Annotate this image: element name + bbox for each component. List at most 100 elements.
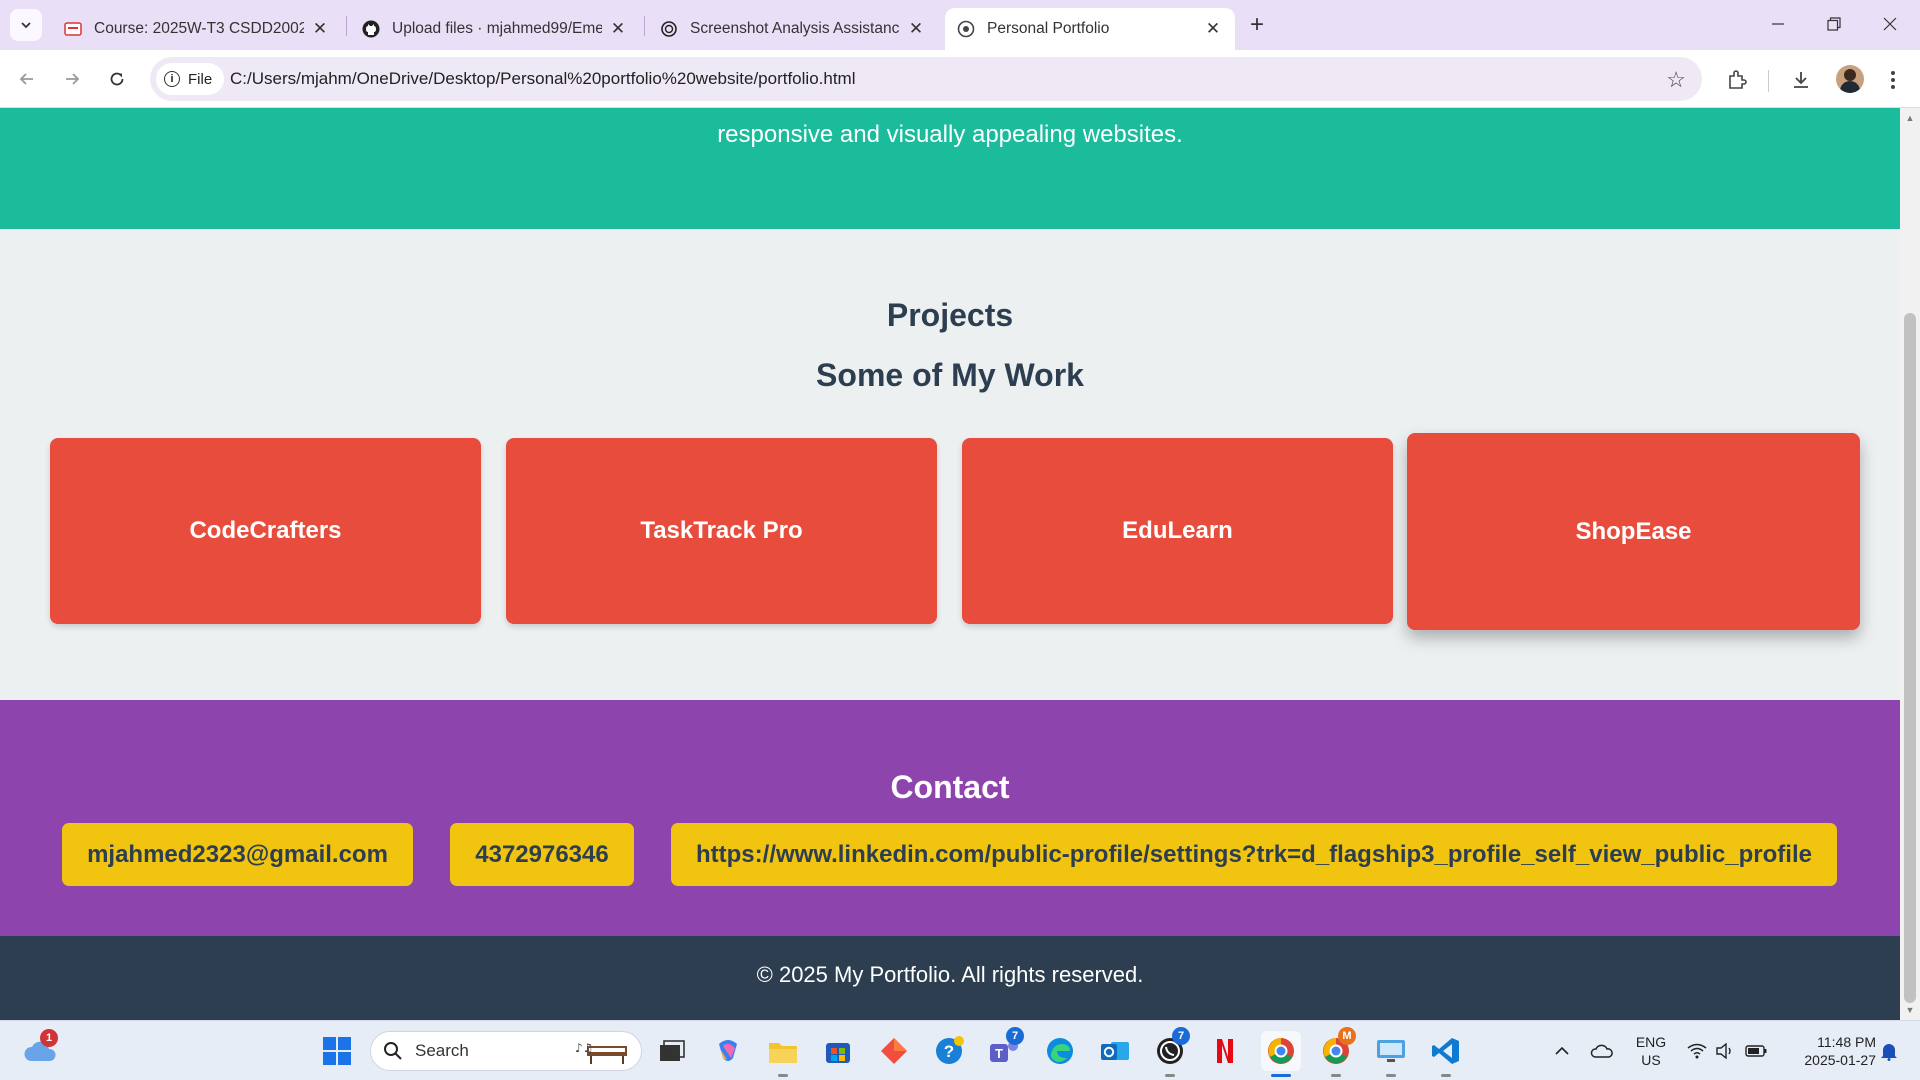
close-tab-icon[interactable]: ✕ — [608, 19, 628, 39]
chrome-profile-app[interactable]: M — [1316, 1027, 1356, 1077]
close-tab-icon[interactable]: ✕ — [310, 19, 330, 39]
vscode-icon — [1432, 1038, 1459, 1064]
browser-tab-bar: Course: 2025W-T3 CSDD2002 - ✕ Upload fil… — [0, 0, 1920, 50]
new-tab-button[interactable]: + — [1243, 11, 1271, 39]
scroll-up-arrow-icon[interactable]: ▲ — [1900, 110, 1920, 126]
taskbar-clock[interactable]: 11:48 PM 2025-01-27 — [1780, 1033, 1876, 1069]
weather-widget[interactable]: 1 — [20, 1029, 60, 1071]
url-text[interactable]: C:/Users/mjahm/OneDrive/Desktop/Personal… — [230, 69, 856, 89]
office-app[interactable] — [874, 1031, 914, 1071]
whatsapp-app[interactable]: 7 — [1150, 1027, 1190, 1077]
active-indicator — [1271, 1074, 1291, 1077]
forward-button[interactable] — [55, 62, 89, 96]
notification-badge: 1 — [40, 1029, 58, 1047]
toolbar-divider — [1768, 70, 1769, 92]
project-card-edulearn[interactable]: EduLearn — [962, 438, 1393, 624]
wifi-icon — [1687, 1043, 1707, 1059]
volume-status[interactable] — [1712, 1021, 1738, 1080]
download-icon[interactable] — [1788, 67, 1814, 93]
tab-personal-portfolio[interactable]: Personal Portfolio ✕ — [945, 8, 1235, 50]
profile-avatar[interactable] — [1836, 65, 1864, 93]
profile-badge: M — [1338, 1027, 1356, 1045]
address-bar[interactable]: i File C:/Users/mjahm/OneDrive/Desktop/P… — [150, 57, 1702, 101]
page-scrollbar[interactable]: ▲ ▼ — [1900, 108, 1920, 1020]
remote-desktop-app[interactable] — [1371, 1031, 1411, 1077]
search-icon — [384, 1042, 402, 1060]
chrome-app-active[interactable] — [1261, 1031, 1301, 1077]
email-link[interactable]: mjahmed2323@gmail.com — [62, 823, 413, 886]
close-tab-icon[interactable]: ✕ — [906, 19, 926, 39]
tab-search-button[interactable] — [10, 9, 42, 41]
netflix-icon — [1217, 1039, 1233, 1063]
extensions-icon[interactable] — [1724, 67, 1750, 93]
start-button[interactable] — [317, 1031, 357, 1071]
search-placeholder: Search — [415, 1041, 469, 1060]
tab-github[interactable]: Upload files · mjahmed99/Emer ✕ — [350, 8, 640, 50]
phone-link[interactable]: 4372976346 — [450, 823, 634, 886]
contact-heading: Contact — [890, 769, 1010, 805]
teams-app[interactable]: T 7 — [984, 1027, 1024, 1071]
globe-icon — [957, 20, 975, 38]
windows-taskbar: 1 Search ♪♫ ? T 7 7 M ENG US 11:48 PM 20… — [0, 1020, 1920, 1080]
tab-chatgpt[interactable]: Screenshot Analysis Assistance ✕ — [648, 8, 938, 50]
close-icon — [1883, 17, 1897, 31]
course-favicon-icon — [64, 20, 82, 38]
vscode-app[interactable] — [1426, 1031, 1466, 1077]
task-view-icon — [660, 1040, 685, 1061]
show-hidden-icons-button[interactable] — [1550, 1021, 1574, 1080]
clock-date: 2025-01-27 — [1804, 1052, 1876, 1068]
chevron-up-icon — [1555, 1046, 1569, 1055]
folder-icon — [769, 1043, 797, 1063]
chatgpt-icon — [660, 20, 678, 38]
close-tab-icon[interactable]: ✕ — [1203, 19, 1223, 39]
file-explorer-app[interactable] — [763, 1031, 803, 1077]
svg-text:♪♫: ♪♫ — [575, 1041, 593, 1055]
battery-status[interactable] — [1742, 1021, 1770, 1080]
edge-app[interactable] — [1040, 1031, 1080, 1071]
info-icon: i — [164, 71, 180, 87]
arrow-right-icon — [66, 73, 80, 85]
tab-course[interactable]: Course: 2025W-T3 CSDD2002 - ✕ — [52, 8, 342, 50]
diamond-app-icon — [881, 1038, 907, 1064]
running-indicator — [1331, 1074, 1341, 1077]
onedrive-tray[interactable] — [1588, 1021, 1616, 1080]
help-icon: ? — [936, 1036, 964, 1064]
project-card-tasktrack-pro[interactable]: TaskTrack Pro — [506, 438, 937, 624]
wifi-status[interactable] — [1684, 1021, 1710, 1080]
back-button[interactable] — [10, 62, 44, 96]
netflix-app[interactable] — [1205, 1031, 1245, 1071]
running-indicator — [778, 1074, 788, 1077]
project-card-shopease[interactable]: ShopEase — [1407, 433, 1860, 630]
linkedin-link[interactable]: https://www.linkedin.com/public-profile/… — [671, 823, 1837, 886]
minimize-icon — [1772, 23, 1784, 25]
scroll-down-arrow-icon[interactable]: ▼ — [1900, 1002, 1920, 1018]
copilot-app[interactable] — [708, 1031, 748, 1071]
reload-button[interactable] — [100, 62, 134, 96]
copilot-icon — [719, 1040, 737, 1061]
about-text: responsive and visually appealing websit… — [717, 121, 1183, 148]
projects-subheading: Some of My Work — [816, 357, 1084, 393]
page-footer: © 2025 My Portfolio. All rights reserved… — [0, 936, 1900, 1020]
microsoft-store-app[interactable] — [818, 1031, 858, 1071]
edge-icon — [1047, 1038, 1073, 1064]
restore-button[interactable] — [1806, 0, 1862, 48]
tab-title: Upload files · mjahmed99/Emer — [392, 20, 602, 37]
menu-kebab-icon[interactable] — [1880, 67, 1906, 93]
taskbar-search-box[interactable]: Search ♪♫ — [370, 1031, 642, 1071]
running-indicator — [1165, 1074, 1175, 1077]
task-view-button[interactable] — [652, 1031, 692, 1071]
bookmark-star-icon[interactable]: ☆ — [1666, 67, 1686, 93]
site-info-chip[interactable]: i File — [156, 63, 225, 95]
project-card-codecrafters[interactable]: CodeCrafters — [50, 438, 481, 624]
battery-icon — [1745, 1045, 1767, 1057]
input-language-indicator[interactable]: ENG US — [1628, 1033, 1674, 1069]
close-window-button[interactable] — [1862, 0, 1918, 48]
scrollbar-thumb[interactable] — [1904, 313, 1916, 1003]
notification-center-button[interactable] — [1876, 1021, 1902, 1080]
outlook-icon — [1101, 1042, 1129, 1060]
tab-separator — [346, 16, 347, 36]
reload-icon — [110, 72, 124, 86]
minimize-button[interactable] — [1750, 0, 1806, 48]
get-help-app[interactable]: ? — [929, 1031, 969, 1071]
outlook-app[interactable] — [1095, 1031, 1135, 1071]
